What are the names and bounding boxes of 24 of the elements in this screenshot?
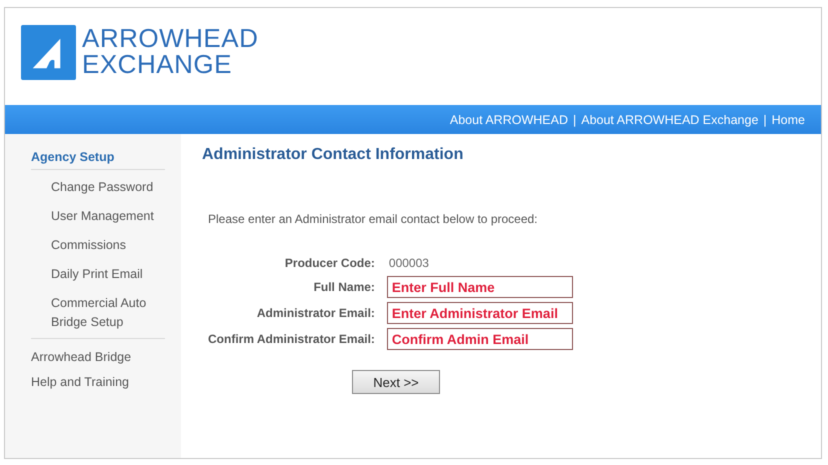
producer-code: 000003 [388, 255, 430, 272]
field-label: Producer Code: [284, 256, 375, 270]
page-title: Administrator Contact Information [202, 146, 464, 164]
sidebar-item[interactable]: Change Password [51, 178, 161, 197]
nav-separator: | [763, 112, 767, 126]
sidebar-link[interactable]: Help and Training [31, 374, 181, 390]
sidebar-item[interactable]: Commissions [51, 236, 161, 255]
logo-text: EXCHANGE [82, 51, 233, 77]
sidebar-link[interactable]: Arrowhead Bridge [31, 349, 181, 365]
logo-icon [21, 25, 76, 80]
instruction-text: Please enter an Administrator email contact below to proceed: [208, 212, 539, 226]
input-field[interactable]: Confirm Admin Email [386, 328, 573, 350]
next-button[interactable]: Next >> [352, 370, 440, 394]
sidebar-item[interactable]: Daily Print Email [51, 265, 161, 284]
input-field[interactable]: Enter Full Name [386, 276, 573, 298]
sidebar-item[interactable]: User Management [51, 207, 161, 226]
logo-text: ARROWHEAD [82, 25, 258, 51]
field-label: Confirm Administrator Email: [208, 332, 375, 346]
field-label: Administrator Email: [256, 306, 375, 320]
sidebar-heading[interactable]: Agency Setup [31, 150, 165, 170]
sidebar-item[interactable]: Commercial Auto Bridge Setup [51, 294, 161, 332]
input-field[interactable]: Enter Administrator Email [386, 302, 573, 324]
field-label: Full Name: [312, 280, 375, 294]
nav-separator: | [572, 112, 576, 126]
